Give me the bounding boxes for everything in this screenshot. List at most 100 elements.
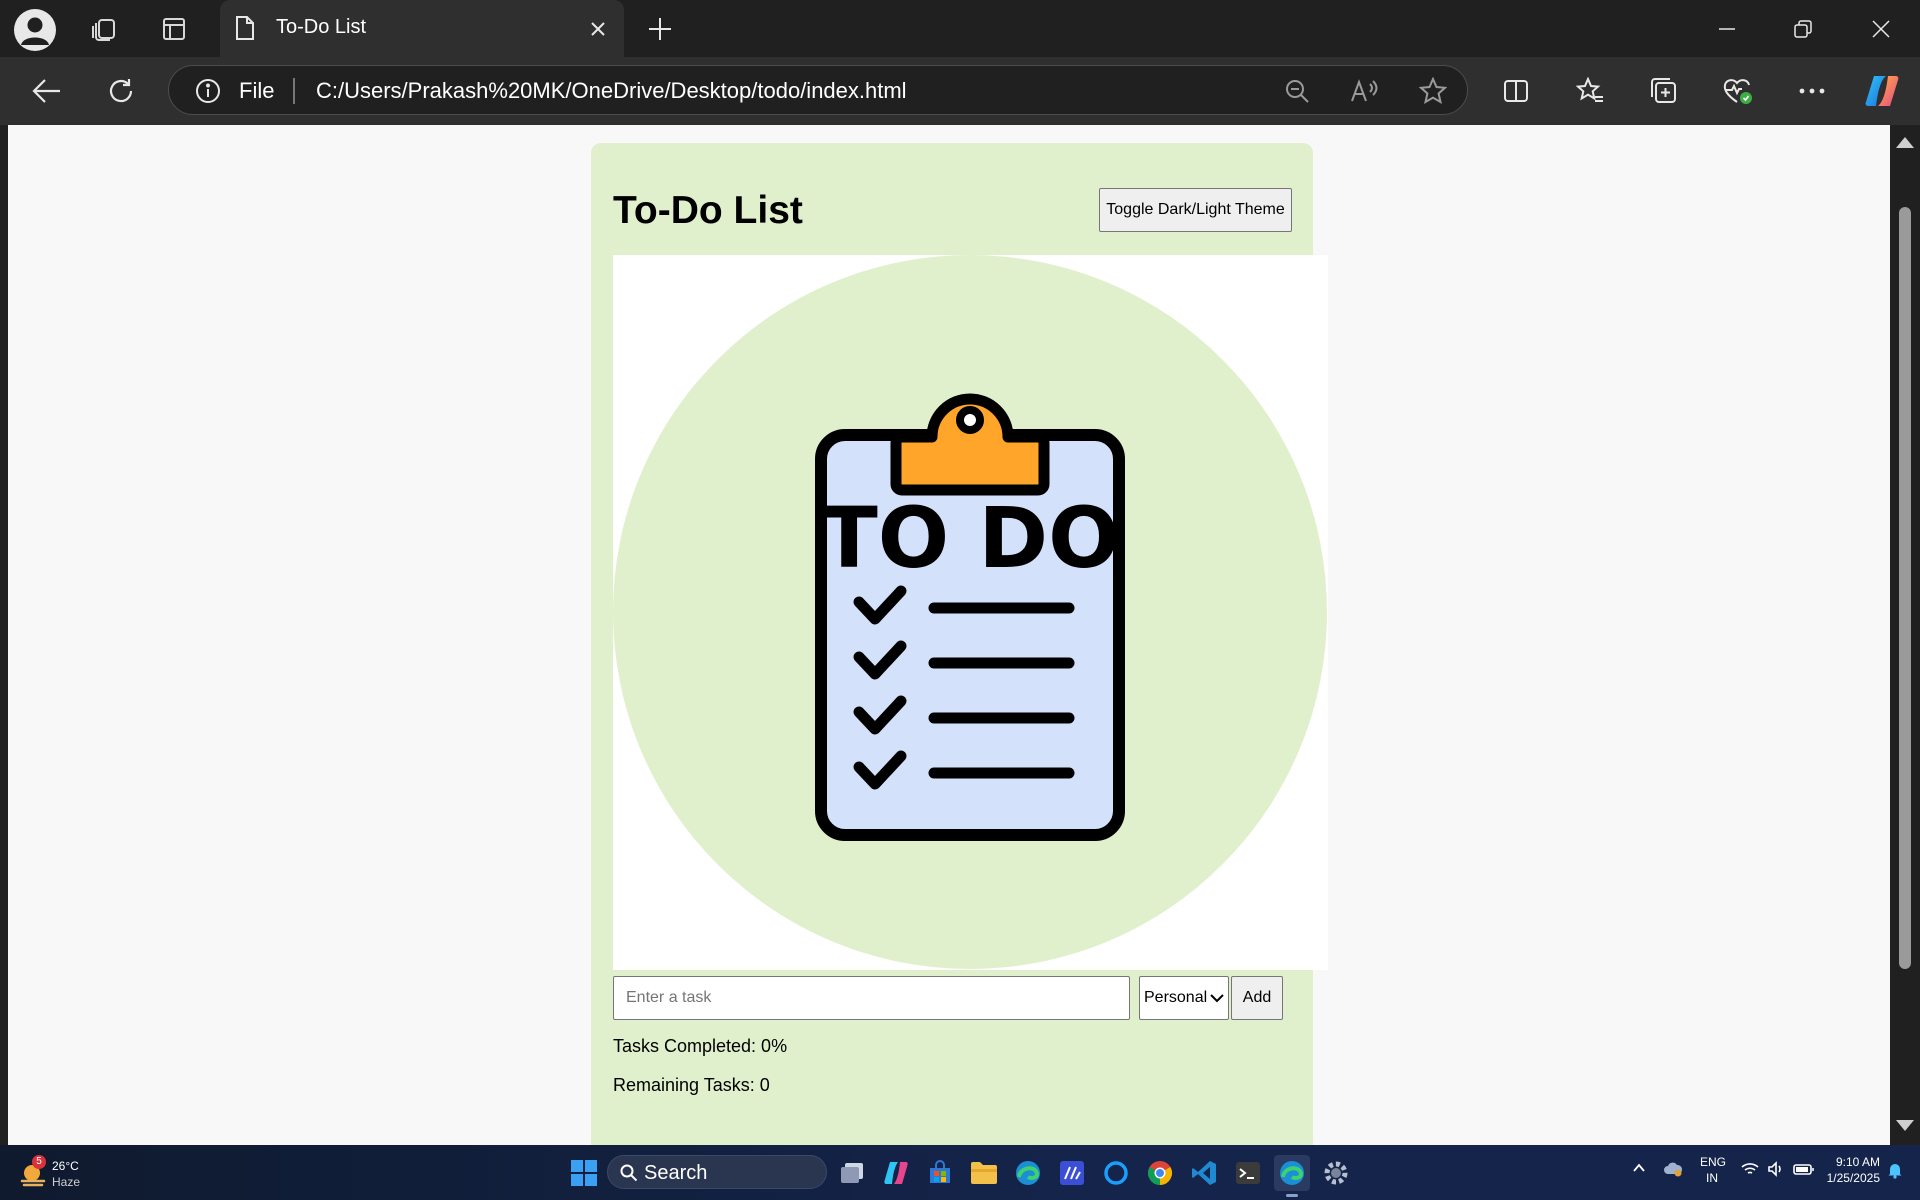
scrollbar-thumb[interactable]: [1899, 207, 1911, 969]
settings-app[interactable]: [1318, 1155, 1354, 1191]
copilot-app[interactable]: [878, 1155, 914, 1191]
theme-toggle-button[interactable]: Toggle Dark/Light Theme: [1099, 188, 1292, 232]
tab-title: To-Do List: [276, 16, 367, 38]
start-button[interactable]: [566, 1155, 602, 1191]
favorites-icon: [1576, 77, 1603, 102]
workspaces-icon: [92, 19, 115, 41]
browser-tab-bar: To-Do List: [0, 0, 1920, 57]
clock-date: 1/25/2025: [1826, 1171, 1880, 1185]
copilot-app-icon: [884, 1162, 908, 1184]
clip-hole: [956, 406, 984, 434]
scroll-down-arrow-icon[interactable]: [1896, 1120, 1914, 1131]
star-icon: [1419, 77, 1447, 105]
show-hidden-icons-button[interactable]: [1632, 1161, 1646, 1175]
chrome-icon: [1147, 1161, 1173, 1185]
tab-close-button[interactable]: [586, 17, 610, 41]
tab-actions-button[interactable]: [154, 10, 194, 48]
page-scrollbar[interactable]: [1890, 125, 1920, 1145]
site-scheme-label: File: [239, 78, 275, 103]
volume-icon: [1768, 1161, 1782, 1177]
split-screen-icon: [1504, 80, 1528, 102]
cortana-app[interactable]: [1098, 1155, 1134, 1191]
folder-icon: [971, 1162, 997, 1184]
collections-button[interactable]: [1644, 71, 1684, 111]
language-line-2: IN: [1706, 1171, 1718, 1185]
network-volume-battery-button[interactable]: [1740, 1161, 1815, 1180]
bell-icon: [1888, 1164, 1902, 1179]
remaining-tasks-text: Remaining Tasks: 0: [613, 1075, 770, 1095]
weather-condition: Haze: [52, 1175, 81, 1189]
editor-app-icon: [1060, 1161, 1084, 1185]
task-view-app[interactable]: [834, 1155, 870, 1191]
category-selected-value: Personal: [1144, 989, 1208, 1006]
edge-icon: [1280, 1161, 1304, 1185]
weather-widget[interactable]: 5 26°C Haze: [18, 1155, 128, 1191]
split-screen-button[interactable]: [1496, 71, 1536, 111]
windows-logo-icon: [571, 1160, 597, 1186]
chrome-app[interactable]: [1142, 1155, 1178, 1191]
refresh-button[interactable]: [99, 69, 143, 113]
plus-icon: [649, 18, 671, 40]
scroll-up-arrow-icon[interactable]: [1896, 137, 1914, 148]
todo-clipboard-image: TO DO: [613, 255, 1328, 970]
battery-icon: [1792, 1164, 1814, 1175]
tasks-completed-text: Tasks Completed: 0%: [613, 1036, 788, 1056]
browser-toolbar: File C:/Users/Prakash%20MK/OneDrive/Desk…: [0, 57, 1920, 125]
tab-actions-icon: [163, 18, 185, 40]
copilot-icon: [1865, 76, 1899, 106]
edge-active-app[interactable]: [1274, 1155, 1310, 1197]
edge-app[interactable]: [1010, 1155, 1046, 1191]
favorites-button[interactable]: [1570, 71, 1610, 111]
file-icon: [236, 16, 254, 40]
tab-todo-list[interactable]: To-Do List: [220, 0, 624, 57]
url-text[interactable]: C:/Users/Prakash%20MK/OneDrive/Desktop/t…: [316, 78, 907, 104]
heart-pulse-icon: [1723, 79, 1752, 104]
browser-essentials-button[interactable]: [1718, 71, 1758, 111]
arrow-left-icon: [32, 79, 60, 103]
taskbar-search-box[interactable]: Search: [607, 1155, 827, 1189]
profile-avatar-button[interactable]: [14, 9, 56, 51]
code-editor-app[interactable]: [1054, 1155, 1090, 1191]
onedrive-tray-button[interactable]: [1663, 1161, 1683, 1177]
back-button[interactable]: [25, 69, 69, 113]
copilot-button[interactable]: [1862, 71, 1902, 111]
address-bar[interactable]: File C:/Users/Prakash%20MK/OneDrive/Desk…: [168, 65, 1468, 115]
clock-time: 9:10 AM: [1835, 1155, 1880, 1169]
clipboard-illustration: TO DO: [613, 255, 1327, 969]
gear-icon: [1324, 1161, 1348, 1185]
terminal-app[interactable]: [1230, 1155, 1266, 1191]
collections-icon: [1651, 78, 1676, 103]
input-language-indicator[interactable]: ENG IN: [1700, 1154, 1726, 1186]
info-icon: [196, 79, 220, 103]
restore-button[interactable]: [1773, 8, 1833, 50]
refresh-icon: [109, 79, 133, 103]
weather-temp: 26°C: [52, 1159, 79, 1173]
notifications-button[interactable]: [1886, 1161, 1904, 1179]
microsoft-store-app[interactable]: [922, 1155, 958, 1191]
weather-badge: 5: [32, 1155, 46, 1169]
active-app-indicator: [1286, 1194, 1298, 1197]
store-icon: [930, 1160, 950, 1183]
workspaces-button[interactable]: [84, 10, 124, 48]
chevron-down-icon: [1210, 994, 1224, 1003]
close-window-button[interactable]: [1851, 8, 1911, 50]
add-task-button[interactable]: Add: [1231, 976, 1283, 1020]
search-label: Search: [644, 1162, 708, 1184]
todo-lettering: TO DO: [820, 489, 1119, 587]
page-title: To-Do List: [613, 189, 803, 232]
zoom-out-button[interactable]: [1279, 78, 1315, 104]
settings-more-button[interactable]: [1792, 71, 1832, 111]
task-input[interactable]: [613, 976, 1130, 1020]
new-tab-button[interactable]: [640, 10, 680, 48]
minimize-button[interactable]: [1697, 8, 1757, 50]
search-icon: [620, 1164, 638, 1182]
favorite-star-button[interactable]: [1415, 77, 1451, 105]
read-aloud-button[interactable]: [1347, 78, 1383, 104]
cloud-icon: [1664, 1162, 1683, 1177]
category-select[interactable]: Personal: [1139, 976, 1229, 1020]
vscode-app[interactable]: [1186, 1155, 1222, 1191]
terminal-icon: [1236, 1162, 1260, 1184]
clock-button[interactable]: 9:10 AM 1/25/2025: [1816, 1154, 1880, 1186]
file-explorer-app[interactable]: [966, 1155, 1002, 1191]
person-icon: [21, 17, 49, 45]
